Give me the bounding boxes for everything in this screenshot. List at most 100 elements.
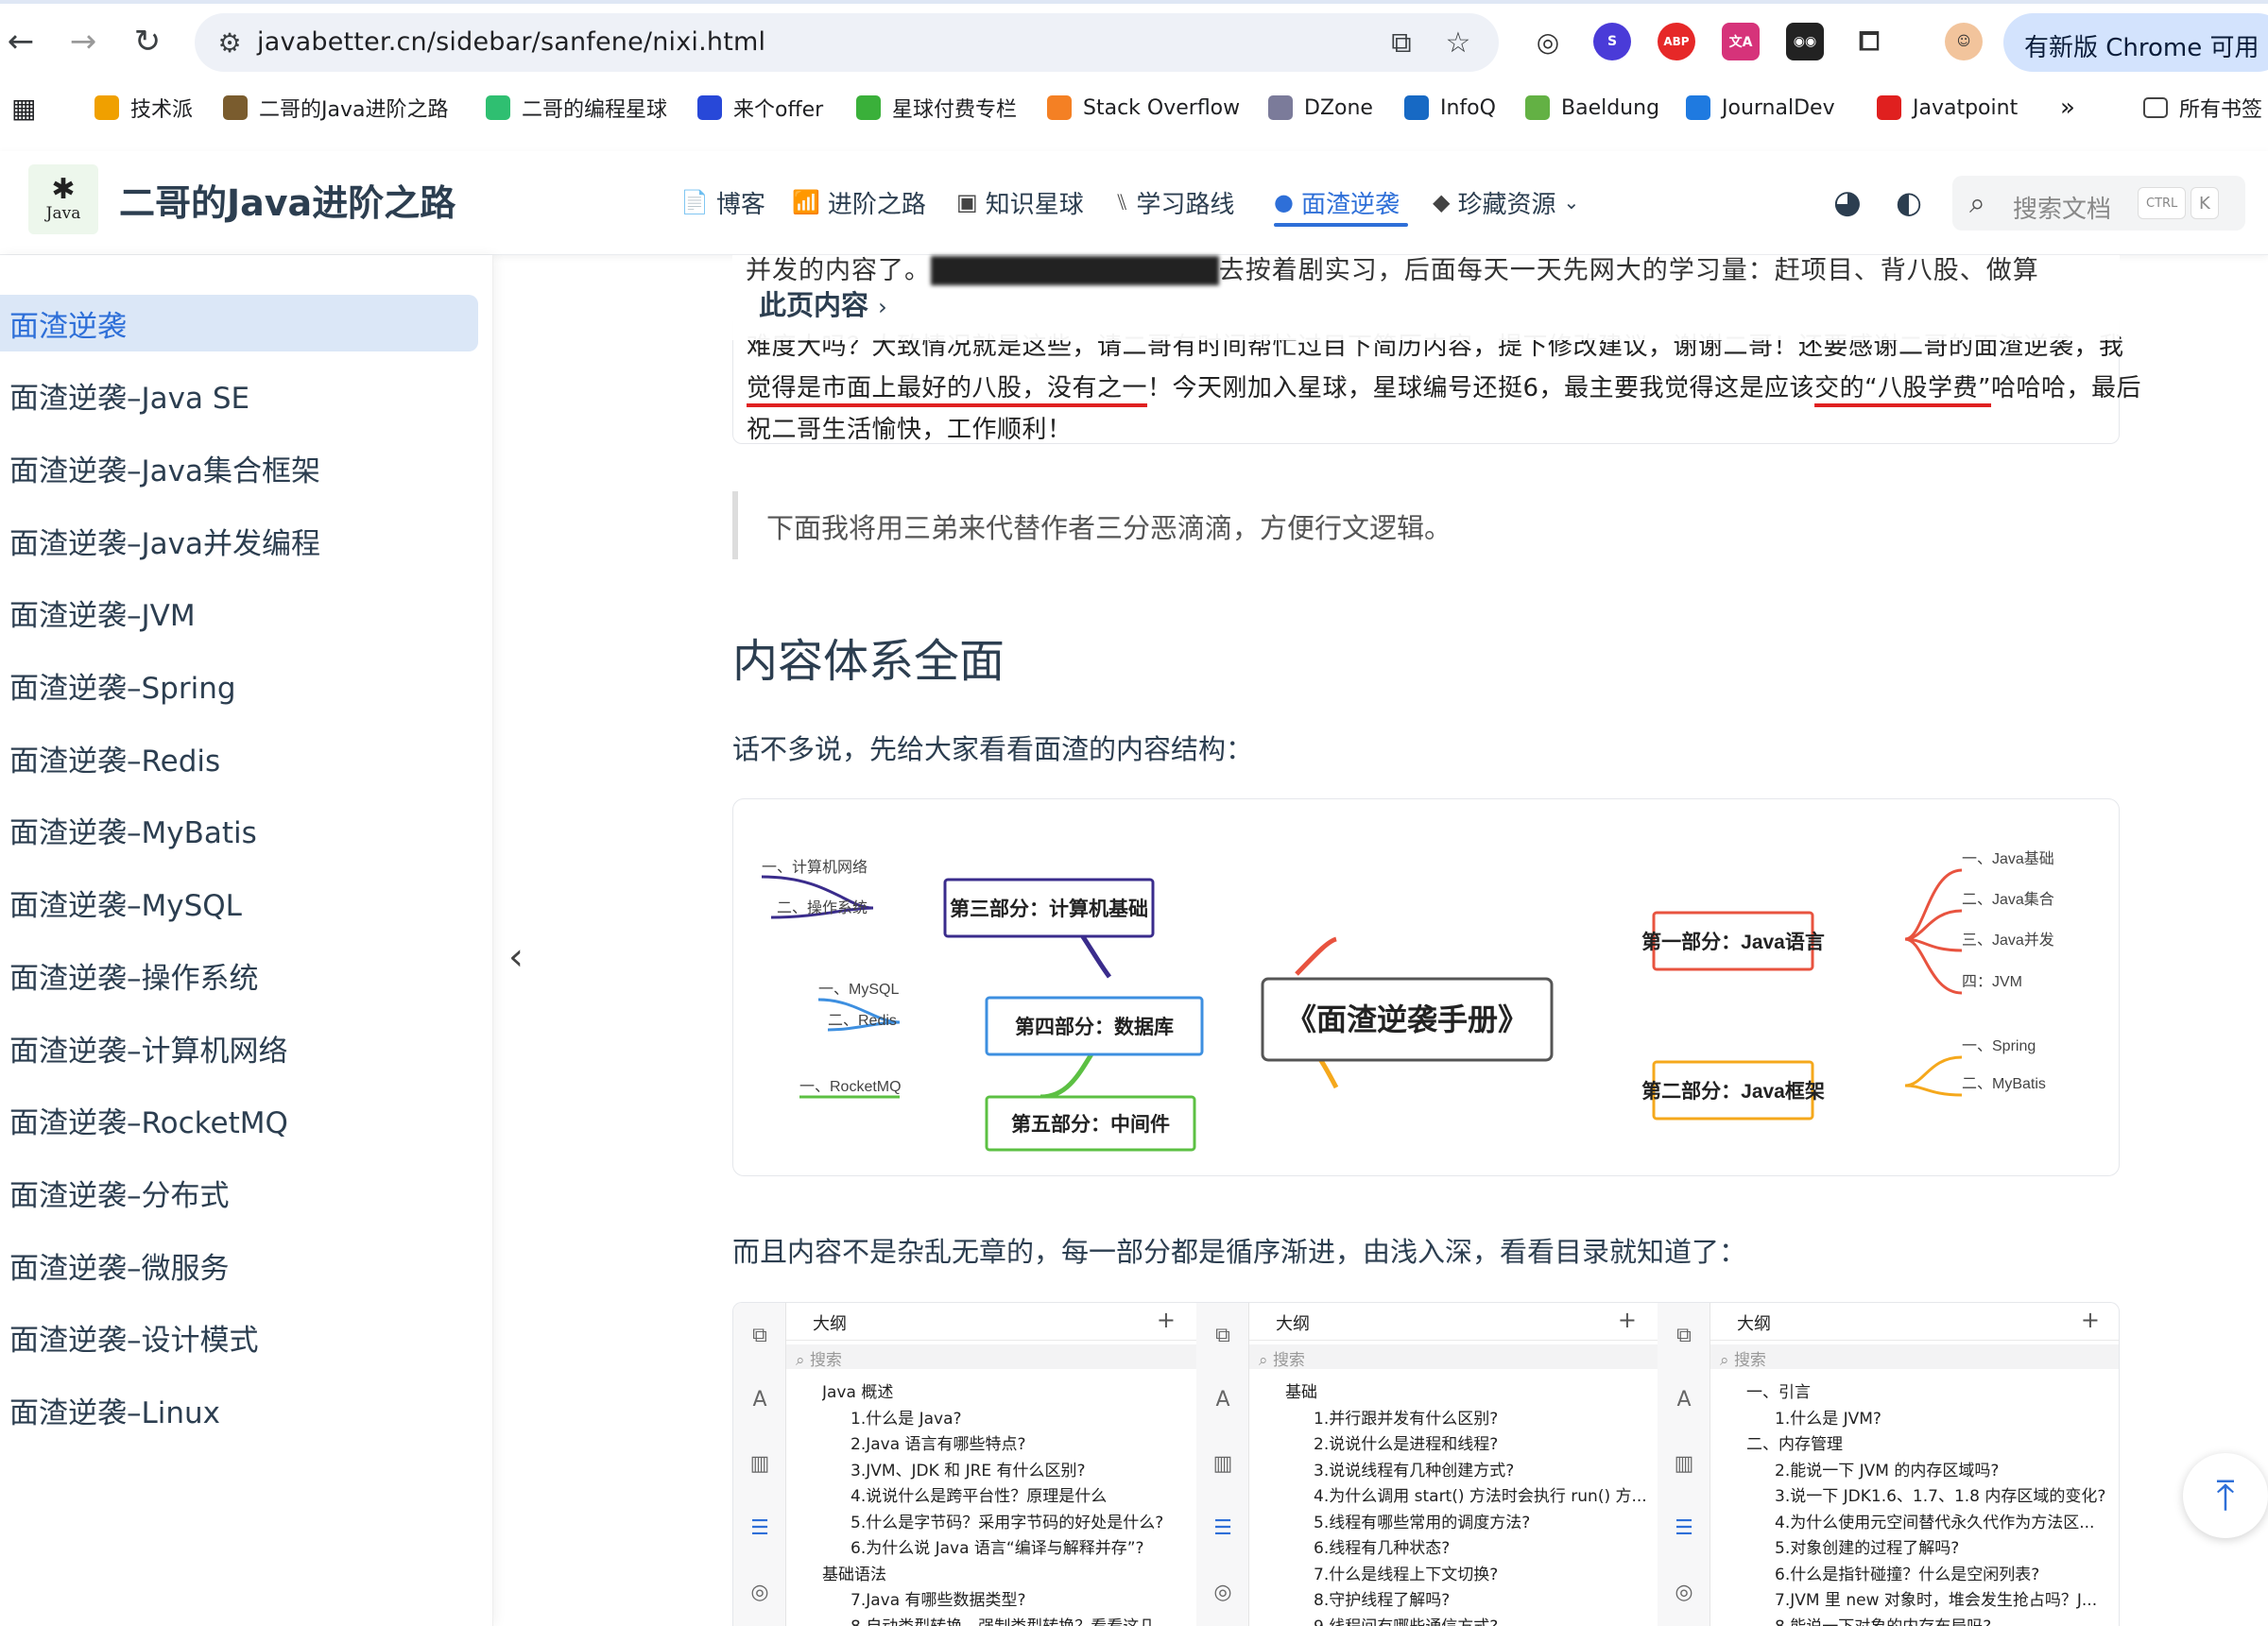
extension-s-icon[interactable]: S (1593, 23, 1631, 60)
copy-icon[interactable]: ⧉ (1671, 1322, 1697, 1348)
profile-avatar[interactable]: ☺ (1945, 23, 1983, 60)
copy-icon[interactable]: ⧉ (747, 1322, 773, 1348)
translate-icon[interactable]: 文A (1722, 23, 1760, 60)
outline-search-input[interactable]: ⌕ 搜索 (1710, 1344, 2119, 1370)
bookmark-item[interactable]: 技术派 (94, 91, 193, 125)
bookmark-star-icon[interactable]: ☆ (1440, 25, 1476, 60)
outline-search-input[interactable]: ⌕ 搜索 (786, 1344, 1196, 1370)
list-icon[interactable]: ☰ (1671, 1515, 1697, 1541)
sidebar-item[interactable]: 面渣逆袭–设计模式 (0, 1309, 478, 1366)
outline-search-input[interactable]: ⌕ 搜索 (1249, 1344, 1658, 1370)
outline-item[interactable]: 2.能说一下 JVM 的内存区域吗? (1775, 1457, 2111, 1481)
bookmark-item[interactable]: DZone (1268, 91, 1373, 125)
sidebar-item[interactable]: 面渣逆袭–计算机网络 (0, 1019, 478, 1076)
outline-item[interactable]: 2.说说什么是进程和线程? (1314, 1430, 1650, 1454)
sidebar-item[interactable]: 面渣逆袭–操作系统 (0, 947, 478, 1003)
site-title[interactable]: 二哥的Java进阶之路 (119, 174, 455, 226)
nav-knowledge-planet[interactable]: ▣ 知识星球 (956, 181, 1084, 223)
outline-item[interactable]: 1.什么是 JVM? (1775, 1405, 2111, 1429)
extension-sync-icon[interactable]: ◎ (1529, 23, 1567, 60)
outline-item[interactable]: 7.JVM 里 new 对象时，堆会发生抢占吗？J... (1775, 1586, 2111, 1610)
outline-item[interactable]: 5.对象创建的过程了解吗? (1775, 1534, 2111, 1558)
site-logo[interactable]: ✱ Java (28, 164, 98, 234)
reload-icon[interactable]: ↻ (127, 21, 168, 62)
back-to-top-button[interactable]: ⤒ (2183, 1453, 2268, 1538)
outline-item[interactable]: 9.线程间有哪些通信方式? (1314, 1613, 1650, 1626)
columns-icon[interactable]: ▥ (747, 1450, 773, 1477)
outline-item[interactable]: 4.为什么调用 start() 方法时会执行 run() 方... (1314, 1482, 1650, 1506)
outline-group[interactable]: 基础语法 (822, 1561, 1181, 1584)
sidebar-item[interactable]: 面渣逆袭–MyBatis (0, 802, 478, 859)
github-icon[interactable]: ◕ (1833, 181, 1862, 223)
bookmark-item[interactable]: 二哥的Java进阶之路 (223, 91, 448, 125)
font-icon[interactable]: A (747, 1386, 773, 1412)
address-bar[interactable]: ⚙ javabetter.cn/sidebar/sanfene/nixi.htm… (195, 13, 1499, 72)
sidebar-item-active[interactable]: 面渣逆袭 (0, 295, 478, 351)
apps-grid-icon[interactable]: ▦ (11, 91, 36, 125)
outline-item[interactable]: 1.并行跟并发有什么区别? (1314, 1405, 1650, 1429)
outline-item[interactable]: 3.说说线程有几种创建方式? (1314, 1457, 1650, 1481)
sidebar-item[interactable]: 面渣逆袭–Spring (0, 658, 478, 714)
sidebar-item[interactable]: 面渣逆袭–分布式 (0, 1164, 478, 1221)
outline-group[interactable]: 一、引言 (1746, 1378, 2105, 1402)
outline-item[interactable]: 5.线程有哪些常用的调度方法? (1314, 1509, 1650, 1532)
outline-group[interactable]: 基础 (1285, 1378, 1644, 1402)
bookmark-item[interactable]: Javatpoint (1877, 91, 2018, 125)
theme-toggle-icon[interactable]: ◐ (1896, 181, 1922, 223)
outline-item[interactable]: 3.说一下 JDK1.6、1.7、1.8 内存区域的变化? (1775, 1482, 2111, 1506)
sidebar-item[interactable]: 面渣逆袭–Java集合框架 (0, 439, 478, 496)
font-icon[interactable]: A (1210, 1386, 1236, 1412)
nav-blog[interactable]: 📄 博客 (680, 181, 765, 223)
toc-toggle[interactable]: 此页内容 › (759, 283, 887, 323)
add-icon[interactable]: + (1618, 1307, 1637, 1333)
bookmark-item[interactable]: InfoQ (1404, 91, 1496, 125)
outline-group[interactable]: Java 概述 (822, 1378, 1181, 1402)
bookmark-item[interactable]: 来个offer (697, 91, 823, 125)
bookmarks-overflow-icon[interactable]: » (2060, 91, 2075, 125)
nav-learning-route[interactable]: ⑊ 学习路线 (1115, 181, 1234, 223)
adblock-icon[interactable]: ABP (1658, 23, 1695, 60)
sidebar-item[interactable]: 面渣逆袭–Java SE (0, 368, 478, 424)
outline-item[interactable]: 4.为什么使用元空间替代永久代作为方法区... (1775, 1509, 2111, 1532)
outline-item[interactable]: 8.能说一下对象的内存布局吗? (1775, 1613, 2111, 1626)
add-icon[interactable]: + (2081, 1307, 2100, 1333)
sidebar-item[interactable]: 面渣逆袭–Redis (0, 729, 478, 786)
bookmark-item[interactable]: JournalDev (1686, 91, 1835, 125)
outline-item[interactable]: 7.Java 有哪些数据类型? (850, 1586, 1187, 1610)
site-info-icon[interactable]: ⚙ (212, 25, 248, 60)
outline-item[interactable]: 6.什么是指针碰撞？什么是空闲列表? (1775, 1561, 2111, 1584)
back-icon[interactable]: ← (0, 21, 42, 62)
nav-interview-guide[interactable]: ● 面渣逆袭 (1274, 181, 1400, 223)
copy-icon[interactable]: ⧉ (1210, 1322, 1236, 1348)
sidebar-item[interactable]: 面渣逆袭–RocketMQ (0, 1092, 478, 1149)
all-bookmarks[interactable]: 所有书签 (2143, 91, 2262, 125)
bookmark-item[interactable]: Baeldung (1525, 91, 1659, 125)
font-icon[interactable]: A (1671, 1386, 1697, 1412)
extensions-puzzle-icon[interactable]: ⧠ (1850, 23, 1888, 60)
outline-item[interactable]: 4.说说什么是跨平台性？原理是什么 (850, 1482, 1187, 1506)
outline-item[interactable]: 2.Java 语言有哪些特点? (850, 1430, 1187, 1454)
sidebar-item[interactable]: 面渣逆袭–JVM (0, 585, 478, 642)
open-in-app-icon[interactable]: ⧉ (1383, 25, 1419, 60)
sidebar-item[interactable]: 面渣逆袭–微服务 (0, 1237, 478, 1293)
sidebar-item[interactable]: 面渣逆袭–Linux (0, 1382, 478, 1439)
extension-glasses-icon[interactable]: ◉◉ (1786, 23, 1824, 60)
outline-item[interactable]: 7.什么是线程上下文切换? (1314, 1561, 1650, 1584)
outline-item[interactable]: 3.JVM、JDK 和 JRE 有什么区别? (850, 1457, 1187, 1481)
columns-icon[interactable]: ▥ (1671, 1450, 1697, 1477)
bookmark-item[interactable]: Stack Overflow (1047, 91, 1240, 125)
columns-icon[interactable]: ▥ (1210, 1450, 1236, 1477)
outline-group[interactable]: 二、内存管理 (1746, 1430, 2105, 1454)
sidebar-item[interactable]: 面渣逆袭–MySQL (0, 875, 478, 932)
list-icon[interactable]: ☰ (1210, 1515, 1236, 1541)
nav-resources-dropdown[interactable]: ◆ 珍藏资源 ⌄ (1433, 181, 1579, 223)
sidebar-item[interactable]: 面渣逆袭–Java并发编程 (0, 512, 478, 569)
outline-item[interactable]: 8.守护线程了解吗? (1314, 1586, 1650, 1610)
outline-item[interactable]: 6.线程有几种状态? (1314, 1534, 1650, 1558)
doc-search[interactable]: ⌕ 搜索文档 CTRL K (1952, 176, 2245, 231)
outline-item[interactable]: 5.什么是字节码？采用字节码的好处是什么? (850, 1509, 1187, 1532)
chrome-update-button[interactable]: 有新版 Chrome 可用 (2003, 13, 2268, 72)
forward-icon[interactable]: → (62, 21, 104, 62)
sidebar-collapse-icon[interactable]: ‹ (508, 935, 524, 979)
ocr-icon[interactable]: ◎ (1671, 1579, 1697, 1605)
